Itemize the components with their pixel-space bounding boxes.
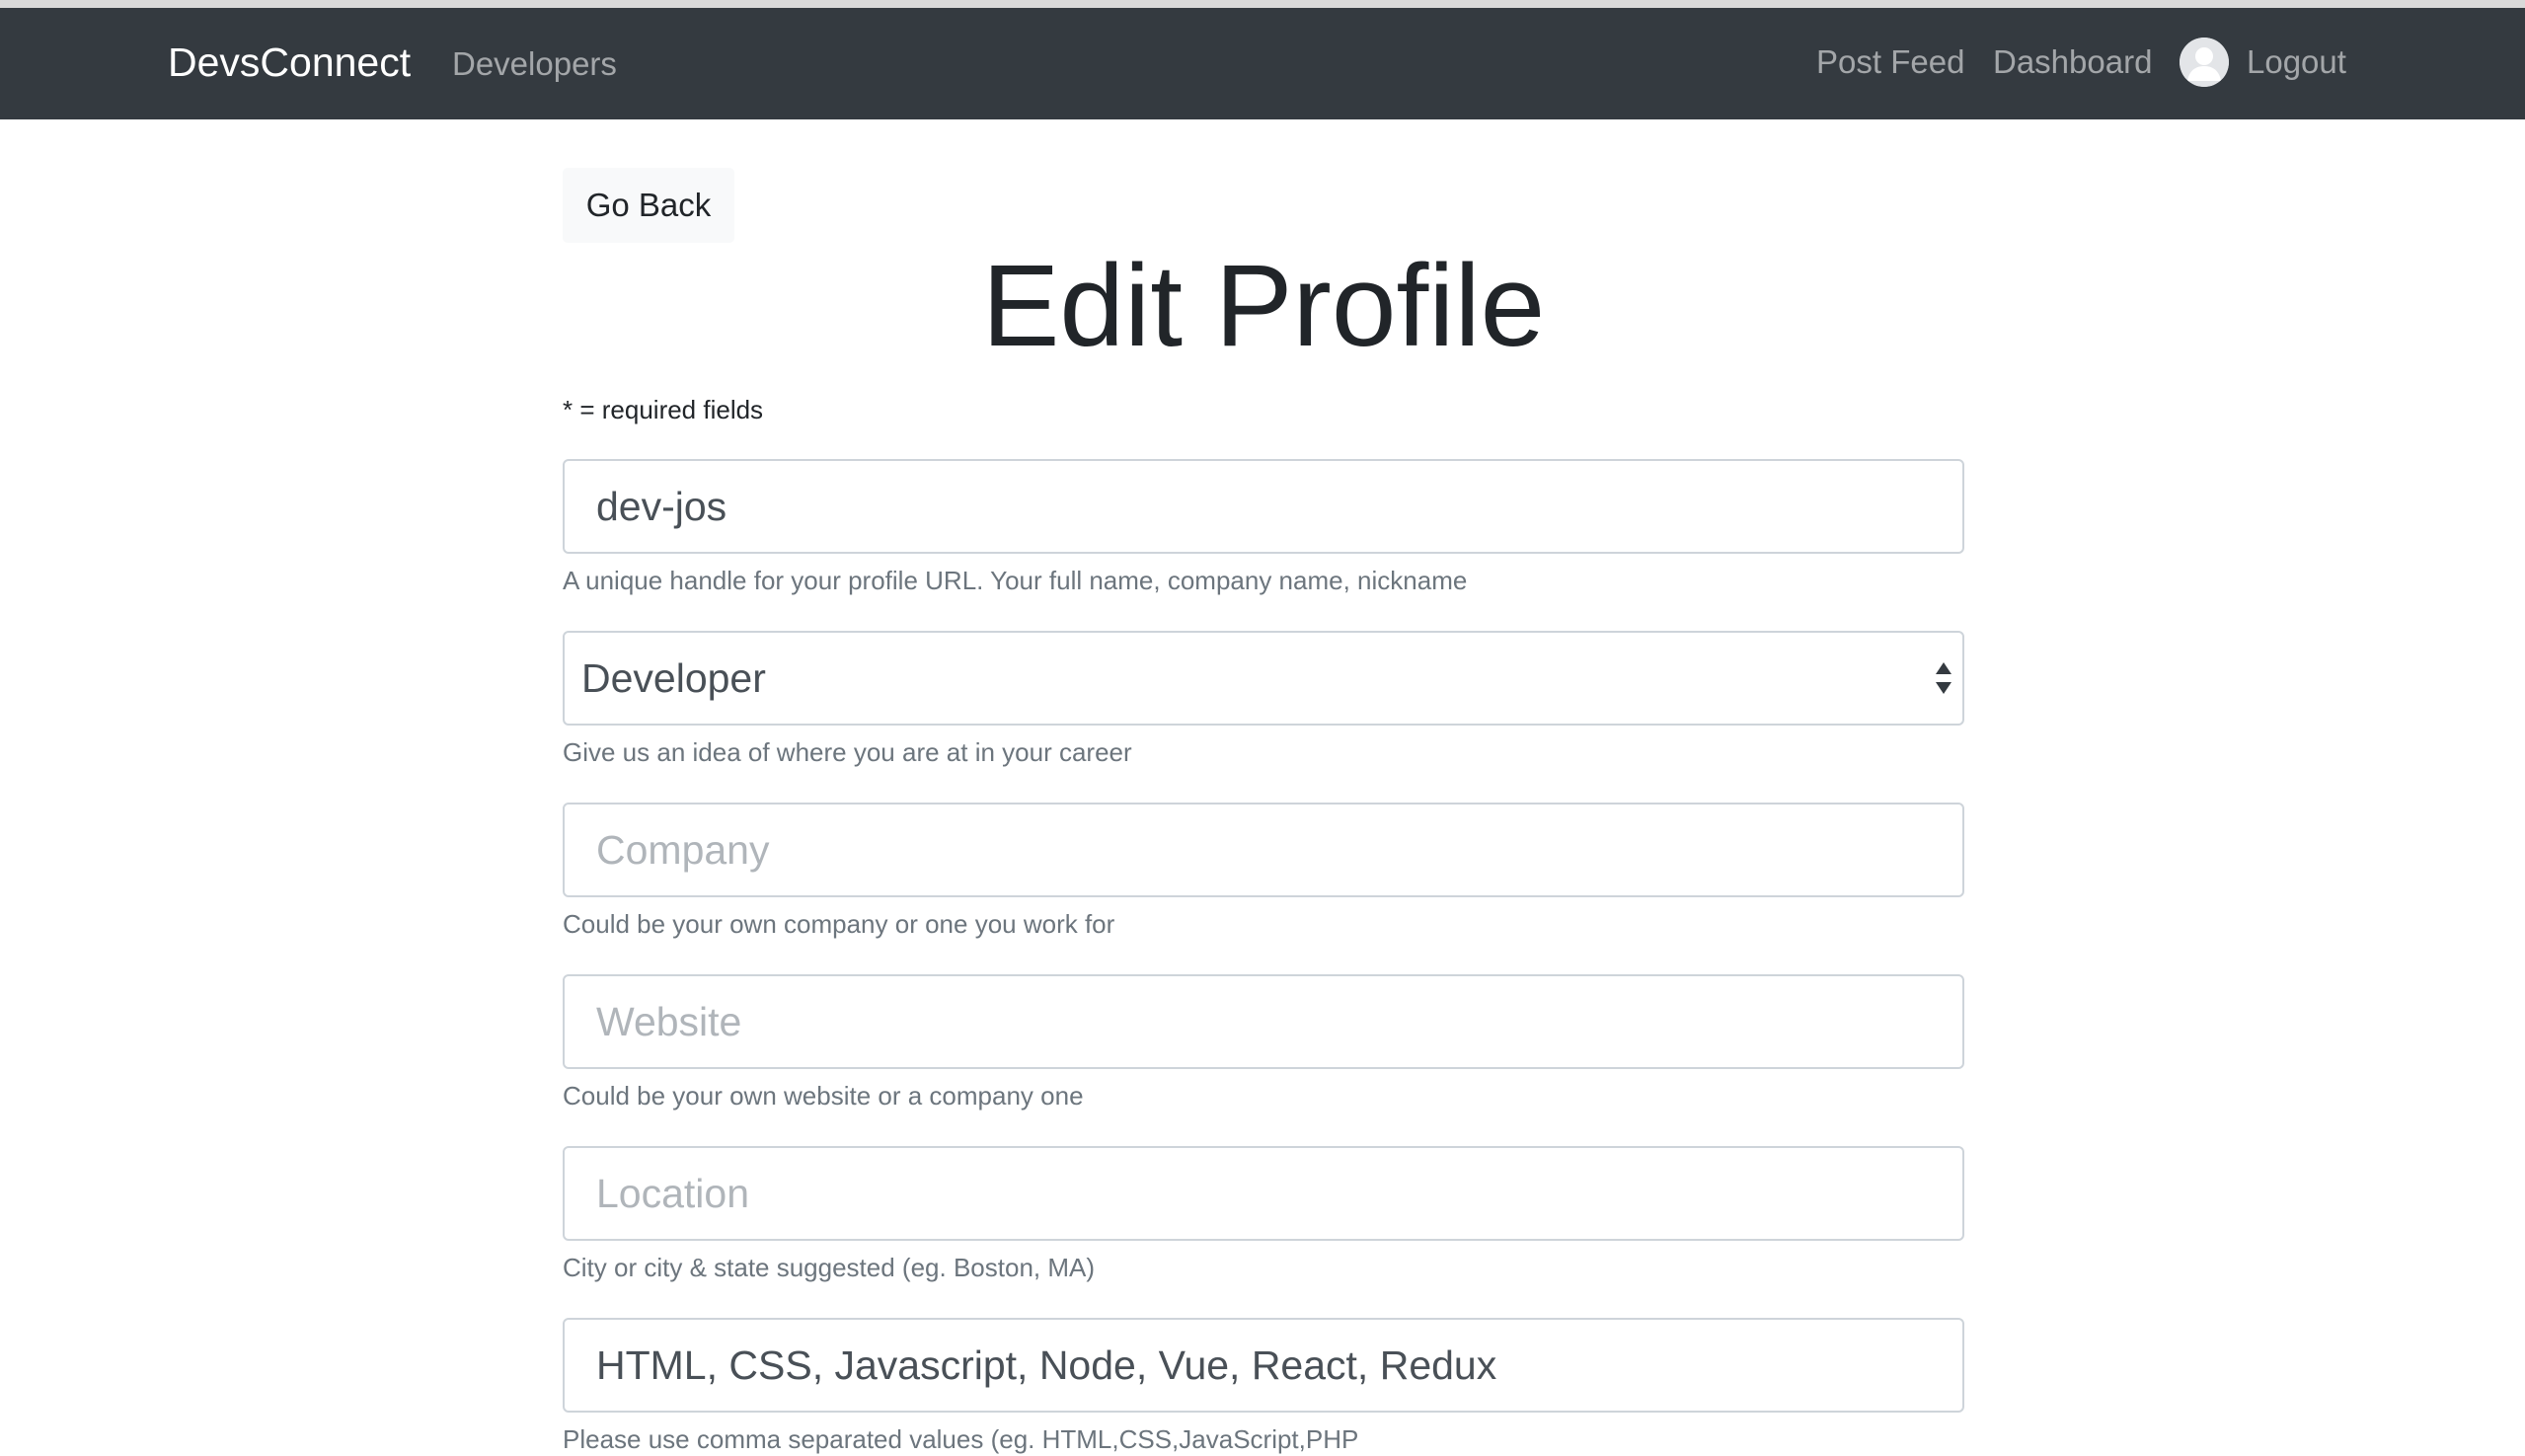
handle-input[interactable] xyxy=(563,459,1964,554)
user-avatar-icon[interactable] xyxy=(2180,38,2229,87)
nav-link-post-feed[interactable]: Post Feed xyxy=(1816,38,1964,87)
status-select[interactable]: Developer xyxy=(563,631,1964,726)
page-title: Edit Profile xyxy=(981,241,1546,371)
nav-link-logout[interactable]: Logout xyxy=(2247,38,2346,87)
required-fields-note: * = required fields xyxy=(563,395,764,424)
go-back-button[interactable]: Go Back xyxy=(563,168,734,243)
brand-link[interactable]: DevsConnect xyxy=(168,38,411,87)
browser-top-strip xyxy=(0,0,2525,8)
skills-help-text: Please use comma separated values (eg. H… xyxy=(563,1424,1359,1454)
status-select-value: Developer xyxy=(581,655,766,701)
nav-link-dashboard[interactable]: Dashboard xyxy=(1993,38,2152,87)
navbar: DevsConnect Developers Post Feed Dashboa… xyxy=(0,8,2525,119)
location-input[interactable] xyxy=(563,1146,1964,1241)
website-input[interactable] xyxy=(563,974,1964,1069)
company-help-text: Could be your own company or one you wor… xyxy=(563,909,1115,939)
skills-input[interactable] xyxy=(563,1318,1964,1413)
handle-help-text: A unique handle for your profile URL. Yo… xyxy=(563,566,1468,595)
location-help-text: City or city & state suggested (eg. Bost… xyxy=(563,1253,1096,1282)
status-help-text: Give us an idea of where you are at in y… xyxy=(563,737,1132,767)
select-arrows-icon xyxy=(1933,658,1954,698)
website-help-text: Could be your own website or a company o… xyxy=(563,1081,1084,1111)
company-input[interactable] xyxy=(563,803,1964,897)
nav-link-developers[interactable]: Developers xyxy=(452,39,617,89)
